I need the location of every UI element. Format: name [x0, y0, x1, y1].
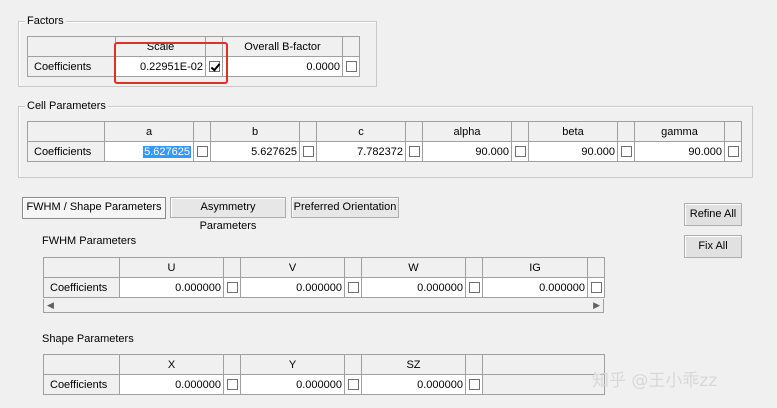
cell-header-a: a: [104, 121, 194, 142]
shape-section-title: Shape Parameters: [42, 333, 134, 345]
cell-alpha-refine-checkbox[interactable]: [514, 146, 526, 158]
cell-a-refine-cell: [193, 141, 211, 162]
shape-table: X Y SZ Coefficients 0.000000 0.000000 0.…: [43, 354, 605, 395]
fwhm-header-ig: IG: [482, 257, 588, 278]
fwhm-header-w-refine: [465, 257, 483, 278]
fwhm-u-refine-cell: [223, 277, 241, 298]
cell-beta-refine-cell: [617, 141, 635, 162]
cell-c-refine-checkbox[interactable]: [408, 146, 420, 158]
cell-a-selected-text: 5.627625: [143, 145, 191, 158]
fwhm-header-u: U: [119, 257, 224, 278]
cell-header-b: b: [210, 121, 300, 142]
fwhm-corner-cell: [43, 257, 120, 278]
cell-c-field[interactable]: 7.782372: [316, 141, 406, 162]
fwhm-w-field[interactable]: 0.000000: [361, 277, 466, 298]
shape-header-empty: [482, 354, 605, 375]
scale-highlight-box: [114, 42, 228, 84]
cell-header-alpha: alpha: [422, 121, 512, 142]
shape-header-sz-refine: [465, 354, 483, 375]
cell-header-c: c: [316, 121, 406, 142]
fwhm-ig-refine-checkbox[interactable]: [590, 282, 602, 294]
cell-parameters-table: a b c alpha beta gamma Coefficients 5.62…: [27, 121, 742, 162]
shape-x-refine-cell: [223, 374, 241, 395]
shape-y-refine-checkbox[interactable]: [347, 379, 359, 391]
fwhm-u-field[interactable]: 0.000000: [119, 277, 224, 298]
fwhm-table: U V W IG Coefficients 0.000000 0.000000 …: [43, 257, 605, 298]
shape-header-sz: SZ: [361, 354, 466, 375]
scroll-left-arrow-icon[interactable]: ◀: [47, 299, 54, 312]
fwhm-v-refine-cell: [344, 277, 362, 298]
watermark-text: 知乎 @王小乖zz: [592, 371, 718, 391]
cell-header-beta: beta: [528, 121, 618, 142]
fwhm-header-v: V: [240, 257, 345, 278]
shape-sz-refine-cell: [465, 374, 483, 395]
shape-corner-cell: [43, 354, 120, 375]
shape-row-empty: [482, 374, 605, 395]
cell-header-alpha-refine: [511, 121, 529, 142]
fix-all-button[interactable]: Fix All: [684, 235, 742, 258]
bfactor-value-field[interactable]: 0.0000: [222, 56, 343, 77]
cell-row-label: Coefficients: [27, 141, 105, 162]
cell-header-b-refine: [299, 121, 317, 142]
cell-gamma-refine-cell: [724, 141, 742, 162]
shape-header-y: Y: [240, 354, 345, 375]
bfactor-refine-checkbox[interactable]: [345, 61, 357, 73]
tab-preferred-orientation[interactable]: Preferred Orientation: [291, 197, 399, 218]
refine-all-button[interactable]: Refine All: [684, 203, 742, 226]
cell-header-beta-refine: [617, 121, 635, 142]
cell-header-c-refine: [405, 121, 423, 142]
shape-sz-refine-checkbox[interactable]: [468, 379, 480, 391]
cell-b-refine-cell: [299, 141, 317, 162]
cell-b-field[interactable]: 5.627625: [210, 141, 300, 162]
factors-header-bfactor-refine: [342, 36, 360, 57]
cell-gamma-field[interactable]: 90.000: [634, 141, 725, 162]
shape-header-x: X: [119, 354, 224, 375]
fwhm-v-refine-checkbox[interactable]: [347, 282, 359, 294]
fwhm-horizontal-scrollbar[interactable]: ◀ ▶: [43, 299, 604, 313]
factors-row-label: Coefficients: [27, 56, 116, 77]
cell-a-field[interactable]: 5.627625: [104, 141, 194, 162]
cell-header-gamma: gamma: [634, 121, 725, 142]
fwhm-v-field[interactable]: 0.000000: [240, 277, 345, 298]
shape-sz-field[interactable]: 0.000000: [361, 374, 466, 395]
bfactor-refine-cell: [342, 56, 360, 77]
shape-y-field[interactable]: 0.000000: [240, 374, 345, 395]
cell-c-refine-cell: [405, 141, 423, 162]
fwhm-w-refine-checkbox[interactable]: [468, 282, 480, 294]
cell-corner-cell: [27, 121, 105, 142]
fwhm-row-label: Coefficients: [43, 277, 120, 298]
shape-x-field[interactable]: 0.000000: [119, 374, 224, 395]
tab-fwhm-shape[interactable]: FWHM / Shape Parameters: [22, 197, 166, 219]
fwhm-header-v-refine: [344, 257, 362, 278]
shape-row-label: Coefficients: [43, 374, 120, 395]
fwhm-ig-field[interactable]: 0.000000: [482, 277, 588, 298]
cell-alpha-field[interactable]: 90.000: [422, 141, 512, 162]
fwhm-w-refine-cell: [465, 277, 483, 298]
cell-alpha-refine-cell: [511, 141, 529, 162]
shape-y-refine-cell: [344, 374, 362, 395]
fwhm-u-refine-checkbox[interactable]: [226, 282, 238, 294]
cell-parameters-title: Cell Parameters: [25, 99, 108, 113]
factors-corner-cell: [27, 36, 116, 57]
fwhm-header-u-refine: [223, 257, 241, 278]
cell-header-gamma-refine: [724, 121, 742, 142]
factors-group-title: Factors: [25, 14, 66, 28]
cell-header-a-refine: [193, 121, 211, 142]
fwhm-section-title: FWHM Parameters: [42, 235, 137, 247]
factors-header-bfactor: Overall B-factor: [222, 36, 343, 57]
scroll-right-arrow-icon[interactable]: ▶: [593, 299, 600, 312]
tab-asymmetry[interactable]: Asymmetry Parameters: [170, 197, 286, 232]
cell-b-refine-checkbox[interactable]: [302, 146, 314, 158]
shape-x-refine-checkbox[interactable]: [226, 379, 238, 391]
cell-gamma-refine-checkbox[interactable]: [727, 146, 739, 158]
fwhm-header-ig-refine: [587, 257, 605, 278]
fwhm-header-w: W: [361, 257, 466, 278]
fwhm-ig-refine-cell: [587, 277, 605, 298]
cell-beta-field[interactable]: 90.000: [528, 141, 618, 162]
shape-header-y-refine: [344, 354, 362, 375]
cell-a-refine-checkbox[interactable]: [196, 146, 208, 158]
cell-beta-refine-checkbox[interactable]: [620, 146, 632, 158]
shape-header-x-refine: [223, 354, 241, 375]
